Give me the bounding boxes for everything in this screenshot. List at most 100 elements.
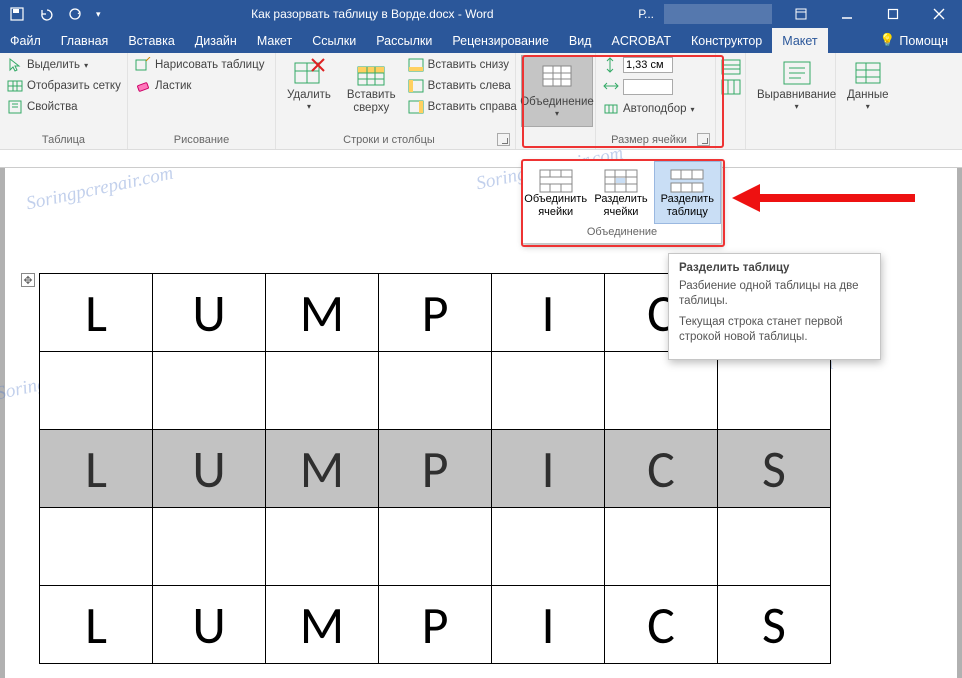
tab-mailings[interactable]: Рассылки xyxy=(366,28,442,53)
ruler[interactable] xyxy=(0,150,962,168)
table-cell[interactable] xyxy=(153,352,266,430)
user-account[interactable] xyxy=(664,4,772,24)
tab-table-design[interactable]: Конструктор xyxy=(681,28,772,53)
eraser-icon xyxy=(135,78,151,94)
table-row[interactable] xyxy=(40,352,831,430)
table-cell[interactable]: L xyxy=(40,430,153,508)
ribbon-display-icon[interactable] xyxy=(778,0,824,28)
table-cell[interactable] xyxy=(40,508,153,586)
table-cell[interactable] xyxy=(266,352,379,430)
table-cell[interactable]: P xyxy=(379,274,492,352)
draw-table-button[interactable]: Нарисовать таблицу xyxy=(133,55,266,75)
table-cell[interactable]: I xyxy=(492,430,605,508)
split-table-icon xyxy=(670,169,704,193)
distribute-cols-icon[interactable] xyxy=(721,79,737,95)
tab-file[interactable]: Файл xyxy=(0,28,51,53)
ribbon-tabs: Файл Главная Вставка Дизайн Макет Ссылки… xyxy=(0,28,962,53)
table-row[interactable]: LUMPICS xyxy=(40,586,831,664)
qat-customize-icon[interactable]: ▾ xyxy=(96,9,101,20)
height-icon xyxy=(603,57,619,73)
table-cell[interactable] xyxy=(40,352,153,430)
tab-references[interactable]: Ссылки xyxy=(302,28,366,53)
table-cell[interactable] xyxy=(266,508,379,586)
table-cell[interactable]: S xyxy=(718,430,831,508)
table-cell[interactable]: M xyxy=(266,274,379,352)
table-cell[interactable]: M xyxy=(266,430,379,508)
table-cell[interactable]: L xyxy=(40,274,153,352)
table-cell[interactable] xyxy=(492,508,605,586)
title-bar: ▾ Как разорвать таблицу в Ворде.docx - W… xyxy=(0,0,962,28)
table-row[interactable]: LUMPICS xyxy=(40,430,831,508)
tab-home[interactable]: Главная xyxy=(51,28,119,53)
tooltip-split-table: Разделить таблицу Разбиение одной таблиц… xyxy=(668,253,881,360)
table-cell[interactable]: C xyxy=(605,430,718,508)
data-button[interactable]: Данные▾ xyxy=(841,55,895,113)
table-cell[interactable] xyxy=(379,508,492,586)
table-cell[interactable] xyxy=(718,508,831,586)
row-height-input[interactable] xyxy=(601,55,710,75)
rowscols-launcher[interactable] xyxy=(497,133,510,146)
table-cell[interactable]: L xyxy=(40,586,153,664)
tab-view[interactable]: Вид xyxy=(559,28,602,53)
table-cell[interactable]: P xyxy=(379,430,492,508)
table-cell[interactable] xyxy=(605,352,718,430)
close-icon[interactable] xyxy=(916,0,962,28)
merge-cells-button[interactable]: Объединить ячейки xyxy=(523,161,588,224)
maximize-icon[interactable] xyxy=(870,0,916,28)
cellsize-launcher[interactable] xyxy=(697,133,710,146)
properties-button[interactable]: Свойства xyxy=(5,97,123,117)
undo-icon[interactable] xyxy=(38,7,54,21)
distribute-rows-icon[interactable] xyxy=(721,59,737,75)
table-cell[interactable]: C xyxy=(605,586,718,664)
table-cell[interactable]: U xyxy=(153,586,266,664)
table-cell[interactable] xyxy=(718,352,831,430)
tooltip-title: Разделить таблицу xyxy=(679,262,870,274)
tab-table-layout[interactable]: Макет xyxy=(772,28,827,53)
table-cell[interactable]: U xyxy=(153,274,266,352)
save-icon[interactable] xyxy=(10,7,24,21)
insert-below-button[interactable]: Вставить снизу xyxy=(406,55,519,75)
insert-left-button[interactable]: Вставить слева xyxy=(406,76,519,96)
tab-review[interactable]: Рецензирование xyxy=(442,28,559,53)
table-cell[interactable] xyxy=(605,508,718,586)
alignment-icon xyxy=(781,57,813,89)
insert-right-button[interactable]: Вставить справа xyxy=(406,97,519,117)
bulb-icon: 💡 xyxy=(880,33,896,48)
split-cells-button[interactable]: Разделить ячейки xyxy=(588,161,653,224)
alignment-button[interactable]: Выравнивание▾ xyxy=(751,55,842,113)
redo-icon[interactable] xyxy=(68,7,82,21)
table-cell[interactable] xyxy=(153,508,266,586)
tell-me[interactable]: 💡 Помощн xyxy=(866,28,962,53)
select-button[interactable]: Выделить ▾ xyxy=(5,55,123,75)
table-cell[interactable]: I xyxy=(492,586,605,664)
page[interactable]: Soringpcrepair.com Soringpcrepair.com So… xyxy=(5,168,957,678)
autofit-button[interactable]: Автоподбор ▾ xyxy=(601,99,710,119)
table-cell[interactable]: S xyxy=(718,586,831,664)
table-cell[interactable]: I xyxy=(492,274,605,352)
split-table-button[interactable]: Разделить таблицу xyxy=(654,161,721,224)
window-title: Как разорвать таблицу в Ворде.docx - Wor… xyxy=(111,7,635,21)
eraser-button[interactable]: Ластик xyxy=(133,76,266,96)
tab-acrobat[interactable]: ACROBAT xyxy=(601,28,681,53)
ribbon: Выделить ▾ Отобразить сетку Свойства Таб… xyxy=(0,53,962,150)
table-cell[interactable]: M xyxy=(266,586,379,664)
col-width-input[interactable] xyxy=(601,77,710,97)
tab-design[interactable]: Дизайн xyxy=(185,28,247,53)
tooltip-line: Текущая строка станет первой строкой нов… xyxy=(679,315,870,345)
table-cell[interactable] xyxy=(492,352,605,430)
merge-dropdown-button[interactable]: Объединение▾ xyxy=(521,55,593,127)
table-cell[interactable]: P xyxy=(379,586,492,664)
table-move-handle[interactable]: ✥ xyxy=(21,273,35,287)
tab-layout[interactable]: Макет xyxy=(247,28,302,53)
insert-above-button[interactable]: Вставить сверху xyxy=(341,55,402,117)
tab-insert[interactable]: Вставка xyxy=(118,28,184,53)
document-area: Soringpcrepair.com Soringpcrepair.com So… xyxy=(0,150,962,678)
delete-button[interactable]: Удалить▾ xyxy=(281,55,337,113)
table-cell[interactable] xyxy=(379,352,492,430)
table-cell[interactable]: U xyxy=(153,430,266,508)
table-row[interactable] xyxy=(40,508,831,586)
insert-above-icon xyxy=(355,57,387,89)
minimize-icon[interactable] xyxy=(824,0,870,28)
gridlines-button[interactable]: Отобразить сетку xyxy=(5,76,123,96)
group-draw-label: Рисование xyxy=(133,133,270,149)
